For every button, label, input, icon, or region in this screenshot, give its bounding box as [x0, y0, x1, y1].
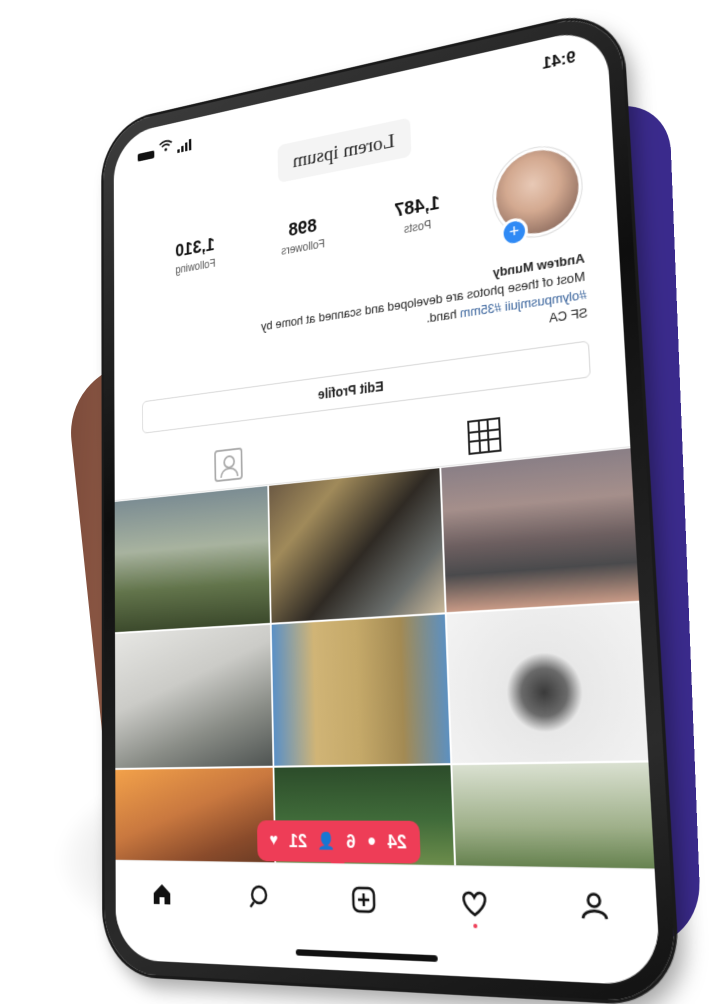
signal-icon — [177, 139, 191, 153]
bottom-nav — [116, 860, 659, 947]
status-indicators — [138, 133, 192, 162]
stat-posts[interactable]: 1,487 Posts — [394, 192, 441, 237]
stat-following[interactable]: 1,310 Following — [175, 235, 215, 277]
activity-dot — [474, 924, 478, 929]
photo-3[interactable] — [441, 448, 639, 612]
search-icon[interactable] — [244, 879, 275, 915]
person-icon: 👤 — [317, 831, 336, 852]
photo-4[interactable] — [115, 625, 273, 768]
edit-profile-label: Edit Profile — [318, 378, 384, 402]
comments-count: 24 — [387, 831, 407, 853]
grid-icon — [467, 417, 501, 455]
profile-icon[interactable] — [575, 886, 614, 926]
likes-count: 21 — [288, 830, 306, 852]
photo-5[interactable] — [272, 614, 450, 765]
photo-6[interactable] — [446, 603, 648, 763]
stat-label: Posts — [404, 218, 432, 236]
battery-icon — [138, 150, 155, 161]
page-title: Lorem ipsum — [293, 128, 395, 173]
add-icon[interactable] — [347, 881, 380, 918]
heart-icon[interactable] — [457, 884, 493, 922]
stat-followers[interactable]: 898 Followers — [280, 214, 324, 257]
wifi-icon — [159, 137, 173, 157]
home-indicator — [296, 949, 438, 962]
home-icon[interactable] — [148, 877, 176, 912]
comment-icon: ● — [367, 832, 377, 851]
status-time: 9:41 — [542, 47, 576, 73]
photo-2[interactable] — [269, 468, 444, 623]
phone-screen: 9:41 Lorem ipsum 1,310 Following 898 Fol… — [114, 25, 662, 986]
tagged-icon — [214, 447, 243, 482]
photo-1[interactable] — [115, 486, 271, 632]
phone: 9:41 Lorem ipsum 1,310 Following 898 Fol… — [103, 8, 678, 1004]
heart-icon: ♥ — [269, 832, 278, 850]
followers-count: 6 — [346, 831, 356, 853]
activity-notification[interactable]: ♥ 21 👤 6 ● 24 — [257, 820, 421, 863]
stat-number: 898 — [288, 216, 317, 242]
